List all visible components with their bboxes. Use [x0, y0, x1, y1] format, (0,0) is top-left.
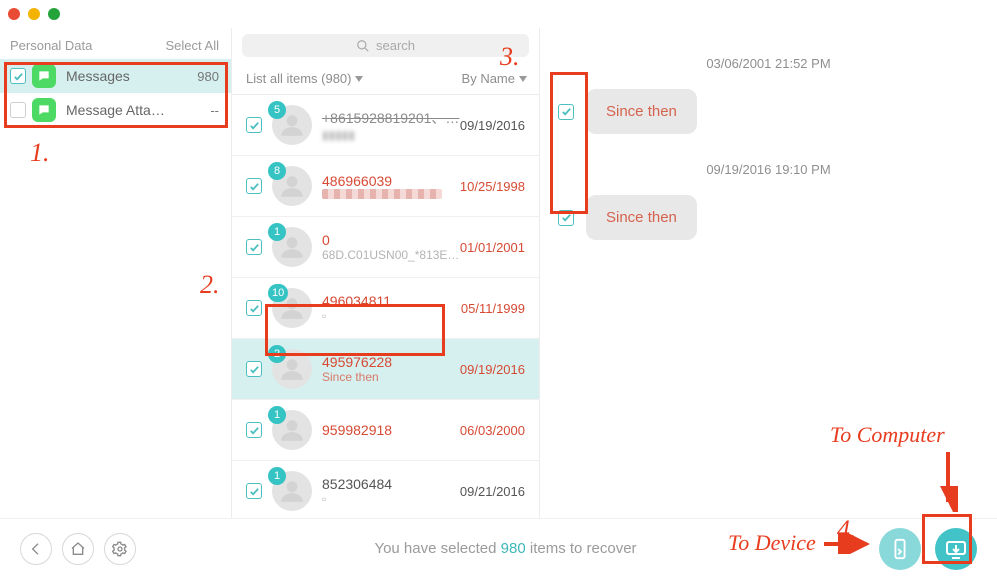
conversation-date: 05/11/1999: [461, 301, 525, 316]
conversation-checkbox[interactable]: [246, 178, 262, 194]
conversation-name: 495976228: [322, 354, 460, 370]
sidebar-item[interactable]: Messages 980: [0, 59, 231, 93]
settings-button[interactable]: [104, 533, 136, 565]
conversation-name: 496034811: [322, 293, 461, 309]
conversation-name: 959982918: [322, 422, 460, 438]
message-bubble[interactable]: Since then: [586, 89, 697, 134]
list-filter-dropdown[interactable]: List all items (980): [246, 71, 363, 86]
conversation-row[interactable]: 2 495976228 Since then 09/19/2016: [232, 339, 539, 400]
conversation-checkbox[interactable]: [246, 239, 262, 255]
export-to-device-button[interactable]: [879, 528, 921, 570]
category-count: --: [210, 103, 219, 118]
conversation-preview: ▫: [322, 309, 461, 323]
conversation-preview: ▮▮▮▮▮: [322, 128, 460, 142]
status-prefix: You have selected: [374, 540, 500, 557]
category-checkbox[interactable]: [10, 68, 26, 84]
search-input[interactable]: search: [242, 34, 529, 57]
conversation-name: 0: [322, 232, 460, 248]
minimize-window-button[interactable]: [28, 8, 40, 20]
unread-badge: 5: [268, 101, 286, 119]
conversation-checkbox[interactable]: [246, 483, 262, 499]
conversation-date: 10/25/1998: [460, 179, 525, 194]
status-suffix: items to recover: [526, 540, 637, 557]
unread-badge: 2: [268, 345, 286, 363]
conversation-checkbox[interactable]: [246, 117, 262, 133]
conversation-list[interactable]: 5 +8615928819201、… ▮▮▮▮▮ 09/19/2016 8 48…: [232, 95, 539, 518]
conversation-date: 01/01/2001: [460, 240, 525, 255]
conversation-preview: Since then: [322, 370, 460, 384]
avatar: 2: [272, 349, 312, 389]
search-placeholder: search: [376, 38, 415, 53]
conversation-row[interactable]: 1 852306484 ▫ 09/21/2016: [232, 461, 539, 518]
message-timestamp: 09/19/2016 19:10 PM: [558, 162, 979, 177]
sidebar-item[interactable]: Message Atta… --: [0, 93, 231, 127]
sidebar: Personal Data Select All Messages 980 Me…: [0, 28, 232, 518]
back-button[interactable]: [20, 533, 52, 565]
unread-badge: 1: [268, 467, 286, 485]
list-filter-label: List all items (980): [246, 71, 351, 86]
conversation-row[interactable]: 1 959982918 06/03/2000: [232, 400, 539, 461]
sort-dropdown[interactable]: By Name: [462, 71, 527, 86]
message-checkbox[interactable]: [558, 104, 574, 120]
select-all-link[interactable]: Select All: [166, 38, 219, 53]
unread-badge: 1: [268, 223, 286, 241]
conversation-name: +8615928819201、…: [322, 108, 460, 128]
conversation-checkbox[interactable]: [246, 422, 262, 438]
chevron-down-icon: [355, 76, 363, 82]
conversation-name: 852306484: [322, 476, 460, 492]
message-bubble[interactable]: Since then: [586, 195, 697, 240]
chat-icon: [32, 98, 56, 122]
avatar: 10: [272, 288, 312, 328]
conversation-name: 486966039: [322, 173, 460, 189]
conversation-checkbox[interactable]: [246, 300, 262, 316]
chevron-down-icon: [519, 76, 527, 82]
category-checkbox[interactable]: [10, 102, 26, 118]
unread-badge: 1: [268, 406, 286, 424]
category-label: Messages: [66, 68, 197, 84]
avatar: 8: [272, 166, 312, 206]
selection-status: You have selected 980 items to recover: [146, 540, 865, 557]
message-checkbox[interactable]: [558, 210, 574, 226]
conversation-preview: [322, 189, 442, 199]
status-count: 980: [501, 540, 526, 557]
conversation-row[interactable]: 1 0 68D.C01USN00_*813E… 01/01/2001: [232, 217, 539, 278]
avatar: 5: [272, 105, 312, 145]
conversation-date: 09/21/2016: [460, 484, 525, 499]
message-panel: 03/06/2001 21:52 PM Since then 09/19/201…: [540, 28, 997, 518]
conversation-row[interactable]: 8 486966039 10/25/1998: [232, 156, 539, 217]
sidebar-categories: Messages 980 Message Atta… --: [0, 59, 231, 127]
category-label: Message Atta…: [66, 102, 210, 118]
sort-label: By Name: [462, 71, 515, 86]
home-button[interactable]: [62, 533, 94, 565]
close-window-button[interactable]: [8, 8, 20, 20]
conversation-preview: 68D.C01USN00_*813E…: [322, 248, 460, 262]
avatar: 1: [272, 227, 312, 267]
unread-badge: 10: [268, 284, 288, 302]
conversation-checkbox[interactable]: [246, 361, 262, 377]
message-timestamp: 03/06/2001 21:52 PM: [558, 56, 979, 71]
export-to-computer-button[interactable]: [935, 528, 977, 570]
conversation-date: 09/19/2016: [460, 362, 525, 377]
conversation-date: 09/19/2016: [460, 118, 525, 133]
conversation-row[interactable]: 5 +8615928819201、… ▮▮▮▮▮ 09/19/2016: [232, 95, 539, 156]
window-titlebar: [0, 0, 997, 28]
sidebar-title: Personal Data: [10, 38, 92, 53]
category-count: 980: [197, 69, 219, 84]
search-icon: [356, 39, 370, 53]
avatar: 1: [272, 410, 312, 450]
avatar: 1: [272, 471, 312, 511]
unread-badge: 8: [268, 162, 286, 180]
conversation-row[interactable]: 10 496034811 ▫ 05/11/1999: [232, 278, 539, 339]
conversation-preview: ▫: [322, 492, 460, 506]
chat-icon: [32, 64, 56, 88]
footer-bar: You have selected 980 items to recover: [0, 518, 997, 578]
conversation-date: 06/03/2000: [460, 423, 525, 438]
conversation-panel: search List all items (980) By Name 5 +8…: [232, 28, 540, 518]
maximize-window-button[interactable]: [48, 8, 60, 20]
